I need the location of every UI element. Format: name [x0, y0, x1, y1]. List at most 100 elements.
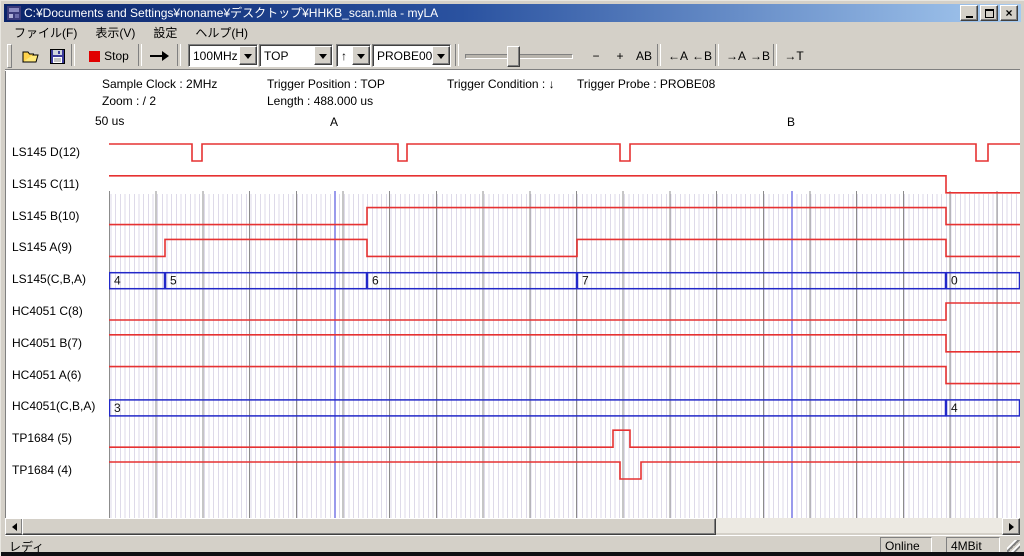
open-folder-icon: [22, 49, 40, 64]
signal-label[interactable]: HC4051 A(6): [12, 368, 81, 382]
right-arrow-icon: [149, 51, 169, 61]
chevron-down-icon[interactable]: [432, 46, 450, 65]
signal-wave: [109, 430, 1020, 447]
window-title: C:¥Documents and Settings¥noname¥デスクトップ¥…: [24, 6, 960, 20]
bus-value: 6: [372, 274, 379, 288]
info-sample-clock: Sample Clock : 2MHz: [102, 77, 217, 91]
tool-button-AB[interactable]: AB: [631, 44, 657, 68]
signal-label[interactable]: HC4051(C,B,A): [12, 399, 95, 413]
save-floppy-icon: [50, 49, 65, 64]
info-trigger-position: Trigger Position : TOP: [267, 77, 385, 91]
toolbar-separator: [138, 44, 142, 66]
toolbar-separator: [455, 44, 459, 66]
scroll-left-icon: [8, 523, 17, 531]
signal-label[interactable]: LS145 A(9): [12, 240, 72, 254]
scroll-right-icon: [1009, 523, 1018, 531]
trigger-probe-value: PROBE00: [373, 49, 432, 63]
signal-wave: [109, 144, 1020, 161]
tool-button-[interactable]: +: [607, 44, 633, 68]
chevron-down-icon[interactable]: [352, 46, 370, 65]
sample-rate-combo[interactable]: 100MHz: [188, 44, 258, 67]
titlebar: C:¥Documents and Settings¥noname¥デスクトップ¥…: [4, 4, 1021, 22]
open-file-button[interactable]: [17, 44, 45, 68]
signal-label[interactable]: LS145 B(10): [12, 209, 79, 223]
app-window: C:¥Documents and Settings¥noname¥デスクトップ¥…: [0, 0, 1024, 556]
info-zoom: Zoom : / 2: [102, 94, 156, 108]
signal-wave: [109, 239, 1020, 256]
save-file-button[interactable]: [43, 44, 71, 68]
sample-rate-value: 100MHz: [189, 49, 239, 63]
signal-label[interactable]: LS145 C(11): [12, 177, 79, 191]
toolbar-separator: [71, 44, 75, 66]
app-icon: [7, 6, 21, 20]
signal-wave: [109, 303, 1020, 320]
cursor-a-label: A: [330, 115, 338, 129]
minimize-button[interactable]: [960, 5, 978, 21]
signal-label[interactable]: LS145 D(12): [12, 145, 80, 159]
stop-label: Stop: [104, 49, 129, 63]
cursor-b-label: B: [787, 115, 795, 129]
signal-label[interactable]: TP1684 (5): [12, 431, 72, 445]
maximize-button[interactable]: [980, 5, 998, 21]
trigger-edge-value: ↑: [337, 49, 352, 63]
toolbar-separator: [773, 44, 777, 66]
signal-label[interactable]: HC4051 B(7): [12, 336, 82, 350]
trigger-probe-combo[interactable]: PROBE00: [372, 44, 451, 67]
info-trigger-condition: Trigger Condition : ↓: [447, 77, 555, 91]
tool-button-B[interactable]: ←B: [689, 44, 715, 68]
toolbar-separator: [715, 44, 719, 66]
menu-item-3[interactable]: ヘルプ(H): [186, 23, 257, 42]
menu-item-1[interactable]: 表示(V): [86, 23, 144, 42]
signal-wave: [109, 208, 1020, 225]
scrollbar-thumb[interactable]: [22, 518, 716, 535]
bus-value: 4: [951, 401, 958, 415]
bus-value: 0: [951, 274, 958, 288]
scroll-left-button[interactable]: [5, 518, 23, 535]
signal-wave: [109, 462, 1020, 479]
stop-button[interactable]: Stop: [81, 44, 137, 68]
signal-label[interactable]: LS145(C,B,A): [12, 272, 86, 286]
time-scale-label: 50 us: [95, 114, 124, 128]
tool-button-B[interactable]: →B: [747, 44, 773, 68]
zoom-slider-thumb[interactable]: [507, 46, 520, 67]
tool-button-[interactable]: −: [583, 44, 609, 68]
signal-wave: [109, 176, 1020, 193]
signal-wave: [109, 367, 1020, 384]
info-length: Length : 488.000 us: [267, 94, 373, 108]
signal-label[interactable]: HC4051 C(8): [12, 304, 83, 318]
info-trigger-probe: Trigger Probe : PROBE08: [577, 77, 715, 91]
tool-button-A[interactable]: ←A: [665, 44, 691, 68]
menubar: ファイル(F)表示(V)設定ヘルプ(H): [5, 24, 1020, 40]
stop-icon: [89, 51, 100, 62]
maximize-icon: [985, 9, 994, 18]
bus-value: 5: [170, 274, 177, 288]
close-button[interactable]: ×: [1000, 5, 1018, 21]
minimize-icon: [966, 16, 973, 18]
waveform-panel: Sample Clock : 2MHz Zoom : / 2 Trigger P…: [5, 71, 1020, 518]
trigger-edge-combo[interactable]: ↑: [336, 44, 371, 67]
toolbar-gripper: [7, 44, 12, 68]
signal-label[interactable]: TP1684 (4): [12, 463, 72, 477]
zoom-slider[interactable]: [465, 44, 573, 66]
bus-segment: [166, 273, 367, 289]
scroll-right-button[interactable]: [1002, 518, 1020, 535]
window-bottom-edge: [1, 552, 1024, 556]
waveform-plot[interactable]: 4 5 6 7 0 3 4: [109, 131, 1020, 518]
run-button[interactable]: [143, 44, 175, 68]
trigger-position-combo[interactable]: TOP: [259, 44, 333, 67]
tool-button-A[interactable]: →A: [723, 44, 749, 68]
tool-button-T[interactable]: →T: [781, 44, 807, 68]
toolbar-separator: [657, 44, 661, 66]
toolbar: Stop 100MHz TOP ↑ PROBE00 −+AB ←A←B →A→B →T: [5, 41, 1020, 70]
menu-item-0[interactable]: ファイル(F): [5, 23, 86, 42]
horizontal-scrollbar[interactable]: [5, 518, 1020, 533]
signal-wave: [109, 335, 1020, 352]
chevron-down-icon[interactable]: [239, 46, 257, 65]
toolbar-separator: [177, 44, 181, 66]
bus-value: 3: [114, 401, 121, 415]
bus-value: 4: [114, 274, 121, 288]
close-icon: ×: [1005, 8, 1012, 18]
chevron-down-icon[interactable]: [314, 46, 332, 65]
bus-value: 7: [582, 274, 589, 288]
menu-item-2[interactable]: 設定: [144, 23, 186, 42]
